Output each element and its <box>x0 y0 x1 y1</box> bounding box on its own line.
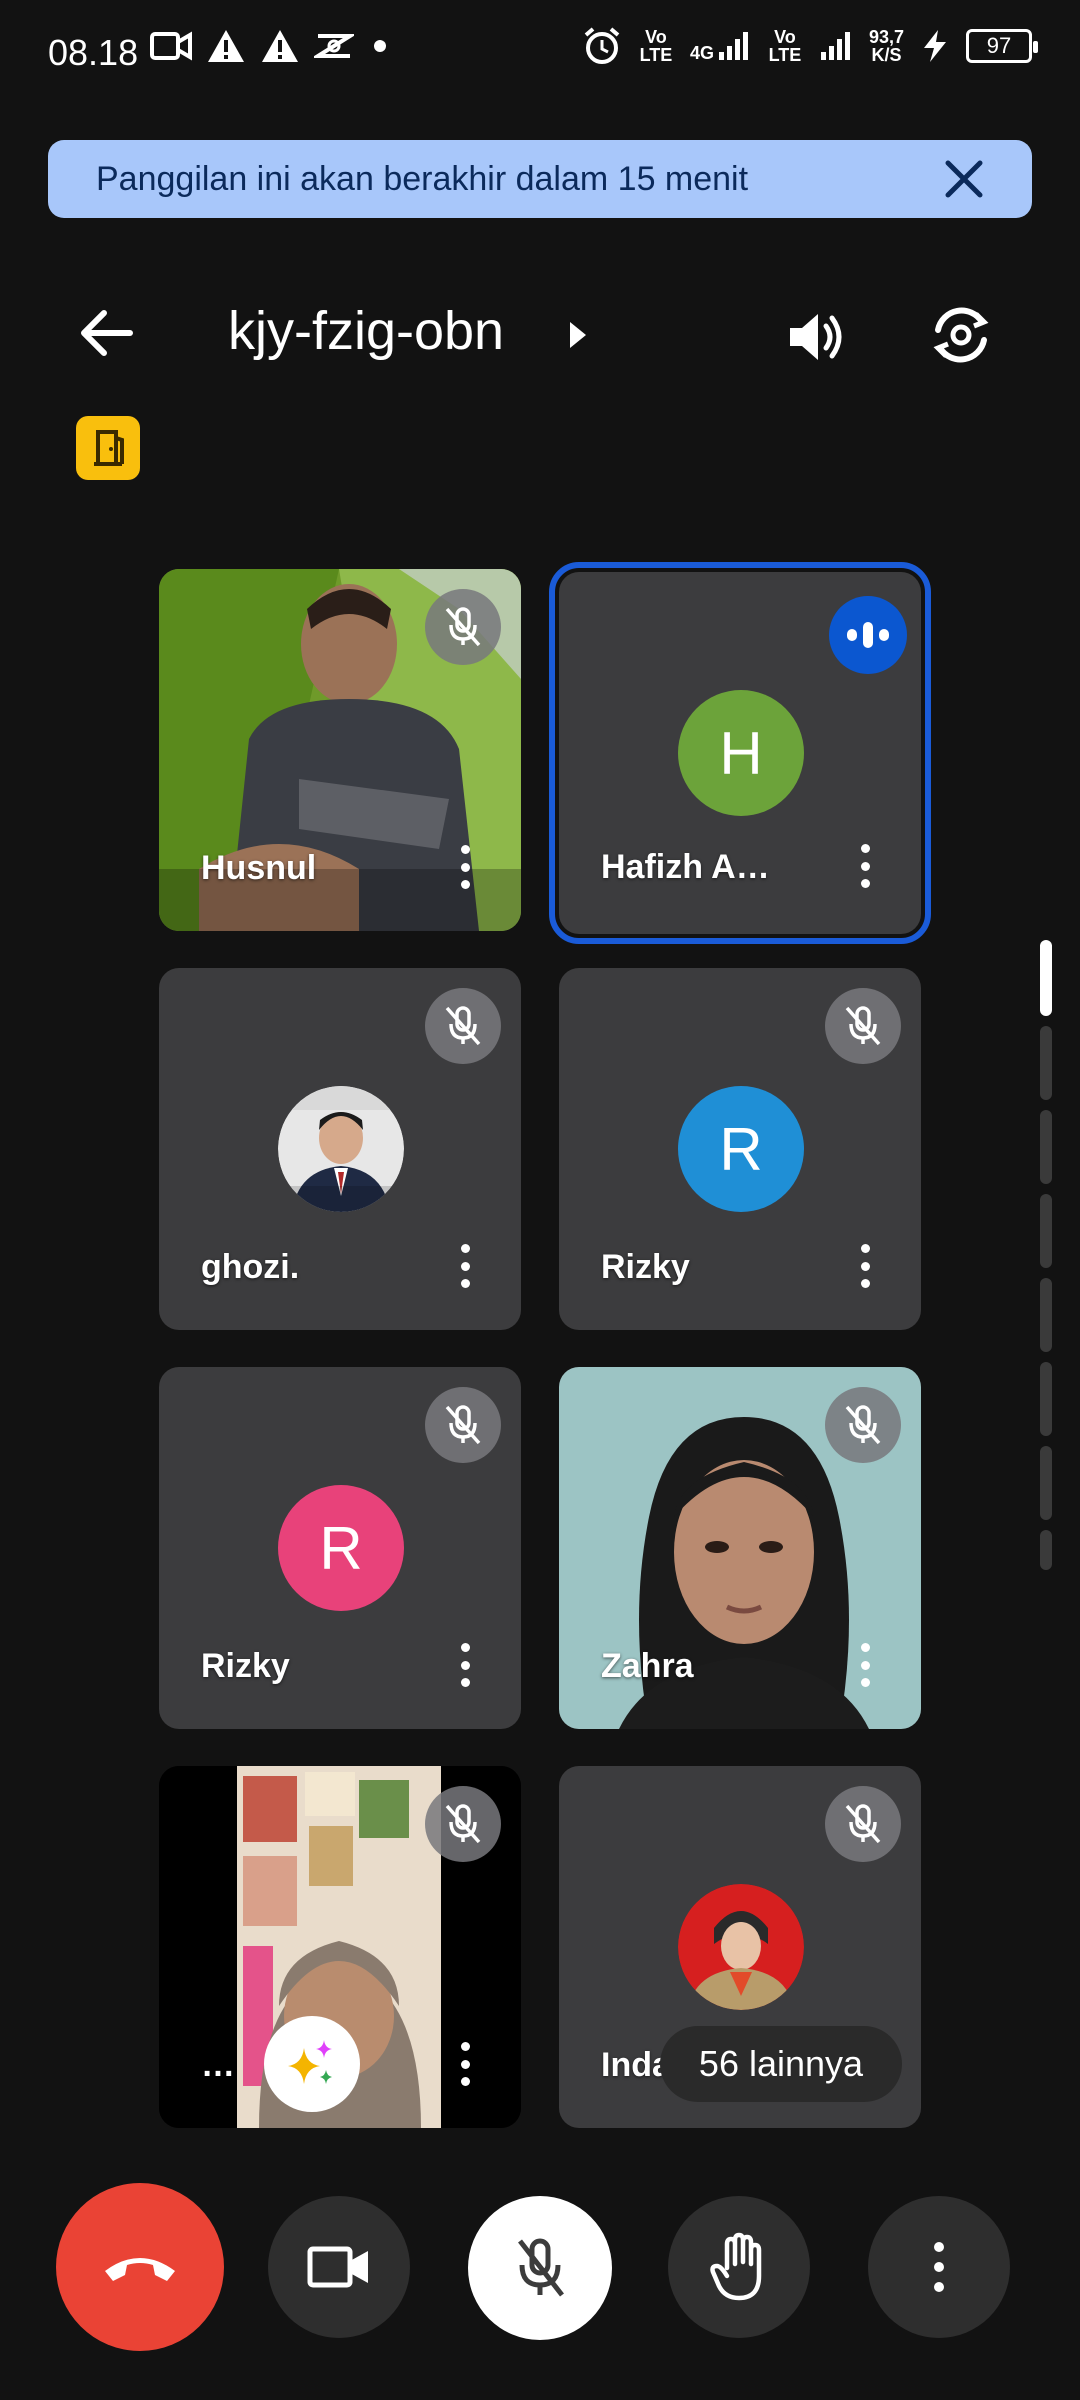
warning-icon <box>208 30 244 62</box>
participant-name: Husnul <box>201 849 317 887</box>
banner-text: Panggilan ini akan berakhir dalam 15 men… <box>96 159 749 198</box>
call-ending-banner: Panggilan ini akan berakhir dalam 15 men… <box>48 140 1032 218</box>
warning-icon <box>262 30 298 62</box>
participant-menu-icon[interactable] <box>443 839 487 895</box>
participant-tile-hafizh[interactable]: H Hafizh A… <box>549 562 931 944</box>
raise-hand-button[interactable] <box>668 2196 810 2338</box>
mic-off-icon <box>445 607 481 647</box>
more-vert-icon <box>934 2242 944 2292</box>
participant-menu-icon[interactable] <box>443 1238 487 1294</box>
participant-name: Zahra <box>601 1647 694 1685</box>
net-speed-value: 93,7 <box>868 27 904 47</box>
net-speed-unit: K/S <box>871 45 902 65</box>
net-speed: 93,7 K/S <box>869 28 904 64</box>
end-call-button[interactable] <box>56 2183 224 2351</box>
mic-off-badge <box>825 988 901 1064</box>
mic-off-badge <box>425 589 501 665</box>
participant-menu-icon[interactable] <box>443 2036 487 2092</box>
avatar <box>678 1884 804 2010</box>
volte-label-2: Vo LTE <box>768 27 802 65</box>
participant-tile-rizky-2[interactable]: R Rizky <box>159 1367 521 1729</box>
participant-tile-zahra[interactable]: Zahra <box>559 1367 921 1729</box>
mic-off-badge <box>825 1786 901 1862</box>
avatar: R <box>278 1485 404 1611</box>
signal-icon-2 <box>820 32 850 60</box>
mic-off-badge <box>825 1387 901 1463</box>
mic-off-icon <box>845 1405 881 1445</box>
caret-right-icon[interactable] <box>566 318 590 352</box>
participant-name: … <box>201 2046 235 2084</box>
app-notification-icon <box>314 34 354 58</box>
video-camera-icon <box>307 2246 368 2288</box>
participant-name: Hafizh A… <box>601 848 770 886</box>
mic-off-icon <box>518 2238 564 2297</box>
back-arrow-icon[interactable] <box>74 300 140 366</box>
more-options-button[interactable] <box>868 2196 1010 2338</box>
signal-icon <box>718 32 748 60</box>
status-system-icons: Vo LTE 4G Vo LTE 93,7 K/S 97 <box>582 26 1038 66</box>
door-icon <box>94 430 124 466</box>
switch-camera-icon[interactable] <box>926 300 996 370</box>
avatar <box>278 1086 404 1212</box>
camera-toggle-button[interactable] <box>268 2196 410 2338</box>
phone-hangup-icon <box>105 2258 175 2281</box>
mic-off-icon <box>445 1804 481 1844</box>
sparkle-icon <box>288 2040 332 2084</box>
status-bar: 08.18 Vo LTE 4G Vo LTE 93,7 K/S 97 <box>0 0 1080 108</box>
mic-off-badge <box>425 1786 501 1862</box>
participant-menu-icon[interactable] <box>443 1637 487 1693</box>
mic-off-icon <box>445 1006 481 1046</box>
alarm-icon <box>584 27 620 64</box>
status-time: 08.18 <box>48 32 139 73</box>
participant-menu-icon[interactable] <box>843 838 887 894</box>
mic-off-icon <box>845 1804 881 1844</box>
participant-menu-icon[interactable] <box>843 1637 887 1693</box>
avatar: R <box>678 1086 804 1212</box>
close-icon[interactable] <box>942 157 986 201</box>
mic-toggle-button[interactable] <box>468 2196 612 2340</box>
hand-icon <box>710 2232 762 2301</box>
participant-tile-rizky[interactable]: R Rizky <box>559 968 921 1330</box>
network-label: 4G <box>689 43 714 63</box>
mic-off-badge <box>425 1387 501 1463</box>
battery-indicator: 97 <box>966 29 1038 63</box>
dot-icon <box>374 40 386 52</box>
meeting-code-title[interactable]: kjy-fzig-obn <box>228 300 504 362</box>
status-notification-icons <box>150 28 392 64</box>
more-participants-chip[interactable]: 56 lainnya <box>660 2026 902 2102</box>
participant-name: Rizky <box>201 1647 290 1685</box>
breakout-room-badge[interactable] <box>76 416 140 480</box>
participant-name: ghozi. <box>201 1248 300 1286</box>
signal-4g: 4G <box>690 30 751 62</box>
mic-off-icon <box>845 1006 881 1046</box>
speaking-indicator-icon <box>829 596 907 674</box>
participant-name: Rizky <box>601 1248 690 1286</box>
video-call-icon <box>150 31 192 61</box>
participant-tile-husnul[interactable]: Husnul <box>159 569 521 931</box>
speaker-icon[interactable] <box>784 304 850 370</box>
avatar: H <box>678 690 804 816</box>
participant-tile-unnamed[interactable]: … <box>159 1766 521 2128</box>
participant-scrollbar[interactable] <box>1040 940 1052 1570</box>
mic-off-icon <box>445 1405 481 1445</box>
participant-menu-icon[interactable] <box>843 1238 887 1294</box>
volte-label: Vo LTE <box>639 27 673 65</box>
charging-icon <box>924 30 946 62</box>
effects-button[interactable] <box>264 2016 360 2112</box>
participant-tile-ghozi[interactable]: ghozi. <box>159 968 521 1330</box>
mic-off-badge <box>425 988 501 1064</box>
